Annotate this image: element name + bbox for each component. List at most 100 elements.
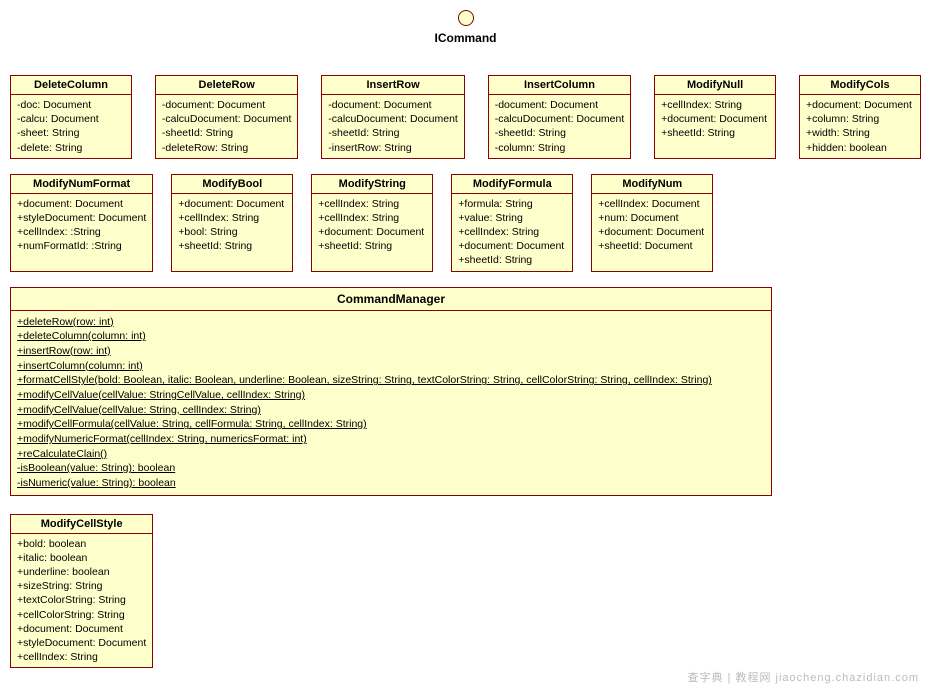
class-member: -document: Document (495, 98, 625, 112)
class-box: InsertRow-document: Document-calcuDocume… (321, 75, 465, 159)
class-member: +formula: String (458, 197, 566, 211)
class-box: ModifyCols+document: Document+column: St… (799, 75, 921, 159)
class-body: +document: Document+styleDocument: Docum… (11, 194, 152, 257)
class-method: -isBoolean(value: String): boolean (17, 461, 765, 476)
class-body: +document: Document+cellIndex: String+bo… (172, 194, 292, 257)
class-member: +cellIndex: String (458, 225, 566, 239)
class-command-manager: CommandManager +deleteRow(row: int)+dele… (10, 287, 772, 496)
class-body: +formula: String+value: String+cellIndex… (452, 194, 572, 271)
class-member: +document: Document (17, 622, 146, 636)
class-method: +deleteRow(row: int) (17, 315, 765, 330)
class-method: +insertRow(row: int) (17, 344, 765, 359)
class-member: +sheetId: String (661, 126, 769, 140)
class-member: +sheetId: String (458, 253, 566, 267)
class-box: DeleteRow -document: Document-calcuDocume… (155, 75, 299, 159)
class-member: +document: Document (661, 112, 769, 126)
class-box: ModifyNum+cellIndex: Document+num: Docum… (591, 174, 713, 272)
class-member: -calcuDocument: Document (162, 112, 292, 126)
class-title: DeleteRow (156, 76, 298, 95)
class-box: InsertColumn-document: Document-calcuDoc… (488, 75, 632, 159)
class-box: ModifyNumFormat+document: Document+style… (10, 174, 153, 272)
class-member: +sheetId: String (178, 239, 286, 253)
class-body: -document: Document-calcuDocument: Docum… (322, 95, 464, 158)
class-member: +textColorString: String (17, 593, 146, 607)
class-box: ModifyNull+cellIndex: String+document: D… (654, 75, 776, 159)
class-box: ModifyCellStyle +bold: boolean+italic: bo… (10, 514, 153, 669)
class-method: +insertColumn(column: int) (17, 359, 765, 374)
class-member: -sheet: String (17, 126, 125, 140)
class-member: +width: String (806, 126, 914, 140)
interface-node: ICommand (10, 10, 921, 45)
class-title: InsertColumn (489, 76, 631, 95)
class-title: ModifyNull (655, 76, 775, 95)
class-member: +underline: boolean (17, 565, 146, 579)
class-member: +cellIndex: String (318, 211, 426, 225)
watermark: 查字典 | 教程网 jiaocheng.chazidian.com (688, 669, 920, 685)
class-member: -doc: Document (17, 98, 125, 112)
class-member: +cellIndex: String (17, 650, 146, 664)
interface-label: ICommand (10, 31, 921, 45)
class-member: -calcuDocument: Document (328, 112, 458, 126)
class-member: +document: Document (318, 225, 426, 239)
class-row-1: DeleteColumn-doc: Document-calcu: Docume… (10, 75, 921, 159)
class-title: InsertRow (322, 76, 464, 95)
class-member: +numFormatId: :String (17, 239, 146, 253)
class-member: +document: Document (458, 239, 566, 253)
class-box: ModifyFormula+formula: String+value: Str… (451, 174, 573, 272)
class-member: +bool: String (178, 225, 286, 239)
class-member: -sheetId: String (495, 126, 625, 140)
class-body: +document: Document+column: String+width… (800, 95, 920, 158)
class-member: +sizeString: String (17, 579, 146, 593)
class-member: +document: Document (17, 197, 146, 211)
class-member: -calcu: Document (17, 112, 125, 126)
class-member: +cellIndex: String (661, 98, 769, 112)
class-title: ModifyCols (800, 76, 920, 95)
class-member: -column: String (495, 141, 625, 155)
class-title: ModifyBool (172, 175, 292, 194)
class-method: -isNumeric(value: String): boolean (17, 476, 765, 491)
class-body: +cellIndex: String+document: Document+sh… (655, 95, 775, 144)
class-box: ModifyString+cellIndex: String+cellIndex… (311, 174, 433, 272)
class-member: +cellIndex: :String (17, 225, 146, 239)
class-member: -insertRow: String (328, 141, 458, 155)
class-row-2: ModifyNumFormat+document: Document+style… (10, 174, 921, 669)
class-title: ModifyFormula (452, 175, 572, 194)
interface-icon (458, 10, 474, 26)
class-member: -sheetId: String (162, 126, 292, 140)
class-member: +sheetId: Document (598, 239, 706, 253)
class-title: ModifyCellStyle (11, 515, 152, 534)
class-method: +modifyCellFormula(cellValue: String, ce… (17, 417, 765, 432)
class-body: +cellIndex: String+cellIndex: String+doc… (312, 194, 432, 257)
class-box: DeleteColumn-doc: Document-calcu: Docume… (10, 75, 132, 159)
class-member: +hidden: boolean (806, 141, 914, 155)
class-member: +document: Document (806, 98, 914, 112)
class-title: ModifyString (312, 175, 432, 194)
class-body: +cellIndex: Document+num: Document+docum… (592, 194, 712, 257)
class-member: +sheetId: String (318, 239, 426, 253)
class-member: +document: Document (178, 197, 286, 211)
class-member: -document: Document (162, 98, 292, 112)
class-member: +value: String (458, 211, 566, 225)
class-member: -sheetId: String (328, 126, 458, 140)
class-body: -document: Document-calcuDocument: Docum… (489, 95, 631, 158)
class-body: -doc: Document-calcu: Document-sheet: St… (11, 95, 131, 158)
class-member: -delete: String (17, 141, 125, 155)
class-member: +cellIndex: String (318, 197, 426, 211)
class-method: +modifyNumericFormat(cellIndex: String, … (17, 432, 765, 447)
class-member: +italic: boolean (17, 551, 146, 565)
class-member: -deleteRow: String (162, 141, 292, 155)
class-member: +document: Document (598, 225, 706, 239)
class-body: +deleteRow(row: int)+deleteColumn(column… (11, 311, 771, 495)
class-member: +bold: boolean (17, 537, 146, 551)
class-method: +formatCellStyle(bold: Boolean, italic: … (17, 373, 765, 388)
class-member: +column: String (806, 112, 914, 126)
class-member: +cellIndex: Document (598, 197, 706, 211)
class-member: -document: Document (328, 98, 458, 112)
class-member: +styleDocument: Document (17, 211, 146, 225)
class-box: ModifyBool+document: Document+cellIndex:… (171, 174, 293, 272)
class-member: -calcuDocument: Document (495, 112, 625, 126)
class-member: +cellColorString: String (17, 608, 146, 622)
class-title: ModifyNumFormat (11, 175, 152, 194)
class-member: +styleDocument: Document (17, 636, 146, 650)
class-title: DeleteColumn (11, 76, 131, 95)
